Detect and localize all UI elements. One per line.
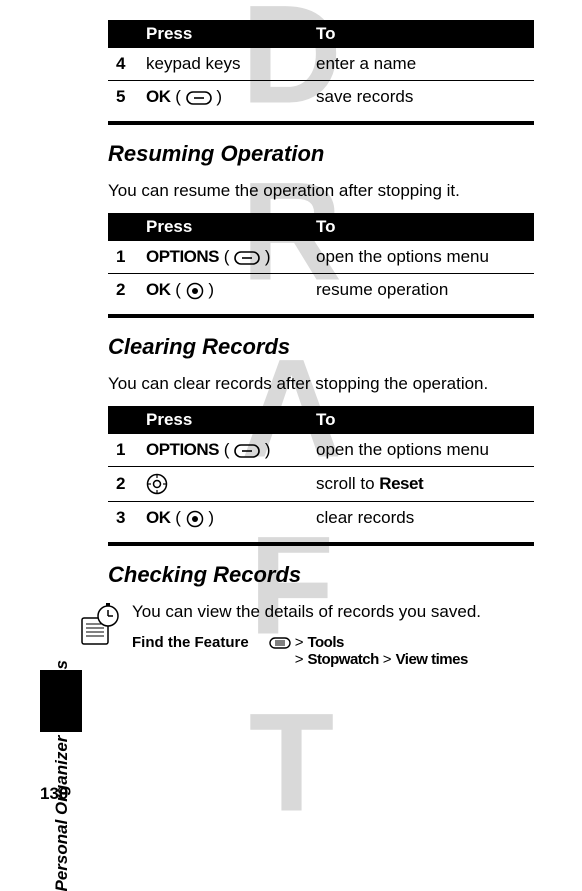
step-to: save records	[308, 81, 534, 114]
step-number: 1	[108, 434, 138, 467]
step-number: 3	[108, 502, 138, 535]
side-section-label: Personal Organizer Features	[52, 660, 72, 891]
table-row: 1 OPTIONS ( ) open the options menu	[108, 434, 534, 467]
table-header-to: To	[308, 20, 534, 48]
nav-center-icon	[186, 282, 204, 300]
table-continuation: Press To 4 keypad keys enter a name 5 OK…	[108, 20, 534, 113]
path-item: View times	[396, 651, 468, 668]
find-feature-label: Find the Feature	[132, 634, 249, 651]
body-text: You can clear records after stopping the…	[108, 374, 534, 394]
path-item: Tools	[307, 634, 343, 651]
step-to: scroll to Reset	[308, 467, 534, 502]
step-press: OK ( )	[138, 502, 308, 535]
path-sep: >	[295, 634, 304, 651]
page-content: Press To 4 keypad keys enter a name 5 OK…	[108, 0, 534, 668]
step-number: 2	[108, 467, 138, 502]
step-press: OPTIONS ( )	[138, 241, 308, 274]
key-label: OPTIONS	[146, 247, 219, 266]
menu-key-icon	[269, 637, 291, 649]
step-press: keypad keys	[138, 48, 308, 81]
table-row: 2 OK ( ) resume operation	[108, 274, 534, 307]
step-to-prefix: scroll to	[316, 474, 379, 493]
key-label: OK	[146, 87, 171, 106]
step-number: 4	[108, 48, 138, 81]
table-end-rule	[108, 121, 534, 125]
path-sep: >	[383, 651, 392, 668]
heading-resuming-operation: Resuming Operation	[108, 141, 534, 167]
table-header-press: Press	[138, 213, 308, 241]
step-to: resume operation	[308, 274, 534, 307]
feature-path: > Tools > Stopwatch > View times	[269, 634, 534, 668]
table-header-to: To	[308, 213, 534, 241]
table-end-rule	[108, 542, 534, 546]
body-text: You can resume the operation after stopp…	[108, 181, 534, 201]
table-resuming: Press To 1 OPTIONS ( ) open the options …	[108, 213, 534, 306]
table-header-press: Press	[138, 406, 308, 434]
softkey-minus-icon	[186, 91, 212, 105]
path-sep: >	[295, 651, 304, 668]
find-feature-row: Find the Feature > Tools > Stopwatch > V…	[132, 634, 534, 668]
table-end-rule	[108, 314, 534, 318]
softkey-minus-icon	[234, 444, 260, 458]
table-row: 1 OPTIONS ( ) open the options menu	[108, 241, 534, 274]
step-press: OK ( )	[138, 274, 308, 307]
step-press	[138, 467, 308, 502]
step-to: clear records	[308, 502, 534, 535]
table-row: 5 OK ( ) save records	[108, 81, 534, 114]
side-tab: Personal Organizer Features	[48, 355, 74, 665]
table-header-press: Press	[138, 20, 308, 48]
step-number: 5	[108, 81, 138, 114]
step-press: OPTIONS ( )	[138, 434, 308, 467]
path-item: Stopwatch	[307, 651, 378, 668]
table-row: 2 scroll to Reset	[108, 467, 534, 502]
step-press: OK ( )	[138, 81, 308, 114]
body-text: You can view the details of records you …	[132, 602, 534, 622]
step-to: enter a name	[308, 48, 534, 81]
step-to: open the options menu	[308, 241, 534, 274]
table-header-num	[108, 20, 138, 48]
step-to-bold: Reset	[379, 474, 423, 493]
heading-checking-records: Checking Records	[108, 562, 534, 588]
step-number: 1	[108, 241, 138, 274]
table-clearing: Press To 1 OPTIONS ( ) open the options …	[108, 406, 534, 534]
key-label: OK	[146, 508, 171, 527]
key-label: OK	[146, 280, 171, 299]
softkey-minus-icon	[234, 251, 260, 265]
step-number: 2	[108, 274, 138, 307]
stopwatch-clipboard-icon	[78, 602, 122, 650]
table-row: 3 OK ( ) clear records	[108, 502, 534, 535]
table-row: 4 keypad keys enter a name	[108, 48, 534, 81]
table-header-num	[108, 406, 138, 434]
key-label: OPTIONS	[146, 440, 219, 459]
step-to: open the options menu	[308, 434, 534, 467]
nav-ring-icon	[146, 473, 168, 495]
nav-center-icon	[186, 510, 204, 528]
table-header-num	[108, 213, 138, 241]
table-header-to: To	[308, 406, 534, 434]
heading-clearing-records: Clearing Records	[108, 334, 534, 360]
